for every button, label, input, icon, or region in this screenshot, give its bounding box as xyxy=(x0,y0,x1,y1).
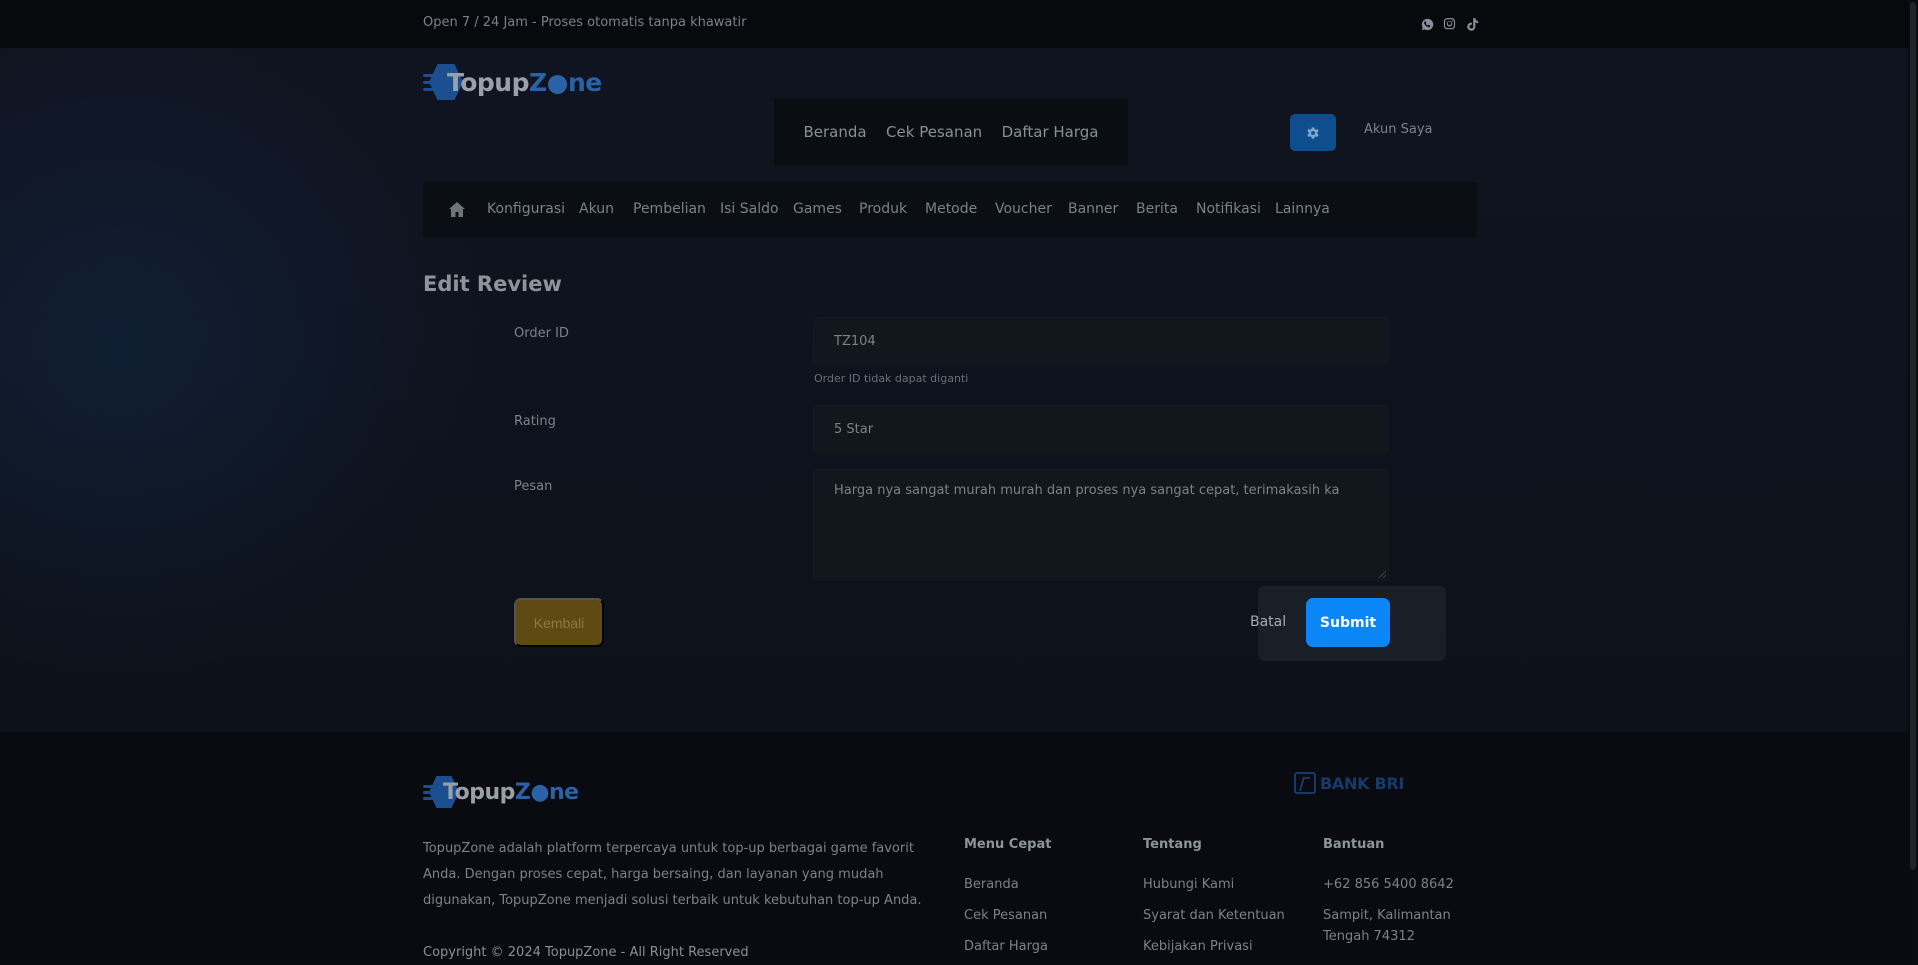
instagram-icon[interactable] xyxy=(1441,16,1457,32)
footer-description: TopupZone adalah platform terpercaya unt… xyxy=(423,841,922,908)
tiktok-icon[interactable] xyxy=(1464,16,1480,32)
back-button[interactable]: Kembali xyxy=(514,598,604,647)
admin-nav-games[interactable]: Games xyxy=(793,201,842,217)
footer-link-privasi[interactable]: Kebijakan Privasi xyxy=(1143,936,1253,957)
page-title: Edit Review xyxy=(423,272,562,296)
footer-help-title: Bantuan xyxy=(1323,837,1385,852)
bank-bri-icon xyxy=(1294,772,1316,794)
footer-address: Sampit, Kalimantan Tengah 74312 xyxy=(1323,908,1451,944)
footer-about-title: Tentang xyxy=(1143,837,1202,852)
footer-link-daftar-harga[interactable]: Daftar Harga xyxy=(964,936,1048,957)
scrollbar-thumb[interactable] xyxy=(1910,2,1916,870)
order-id-label: Order ID xyxy=(514,326,569,341)
footer-link-syarat[interactable]: Syarat dan Ketentuan xyxy=(1143,905,1285,926)
message-textarea[interactable]: Harga nya sangat murah murah dan proses … xyxy=(813,469,1389,581)
admin-nav-banner[interactable]: Banner xyxy=(1068,201,1118,217)
admin-nav-produk[interactable]: Produk xyxy=(859,201,907,217)
site-footer: TopupZ●ne BANK BRI TopupZone adalah plat… xyxy=(0,732,1918,965)
order-id-hint: Order ID tidak dapat diganti xyxy=(814,372,969,385)
rating-label: Rating xyxy=(514,414,556,429)
admin-nav-konfigurasi[interactable]: Konfigurasi xyxy=(487,201,565,217)
admin-nav-berita[interactable]: Berita xyxy=(1136,201,1178,217)
nav-beranda[interactable]: Beranda xyxy=(803,123,866,141)
resize-grip-icon[interactable] xyxy=(1378,570,1386,578)
footer-link-cek-pesanan[interactable]: Cek Pesanan xyxy=(964,905,1047,926)
logo-wordmark: TopupZ●ne xyxy=(447,67,602,97)
bank-bri-logo: BANK BRI xyxy=(1294,772,1404,794)
site-logo[interactable]: TopupZ●ne xyxy=(423,64,602,100)
account-link[interactable]: Akun Saya xyxy=(1364,122,1433,137)
footer-logo[interactable]: TopupZ●ne xyxy=(423,776,579,808)
page-scrollbar[interactable] xyxy=(1908,0,1918,965)
cancel-button[interactable]: Batal xyxy=(1250,614,1286,630)
top-info-bar: Open 7 / 24 Jam - Proses otomatis tanpa … xyxy=(0,0,1918,48)
gear-icon xyxy=(1307,126,1319,139)
admin-navigation: Konfigurasi Akun Pembelian Isi Saldo Gam… xyxy=(423,182,1477,238)
admin-nav-notifikasi[interactable]: Notifikasi xyxy=(1196,201,1261,217)
home-icon[interactable] xyxy=(449,202,465,217)
admin-nav-metode[interactable]: Metode xyxy=(925,201,977,217)
settings-button[interactable] xyxy=(1290,114,1336,151)
main-navigation: Beranda Cek Pesanan Daftar Harga xyxy=(774,98,1128,166)
admin-nav-isi-saldo[interactable]: Isi Saldo xyxy=(720,201,779,217)
submit-button[interactable]: Submit xyxy=(1306,598,1390,647)
admin-nav-voucher[interactable]: Voucher xyxy=(995,201,1052,217)
logo-wordmark: TopupZ●ne xyxy=(443,779,579,805)
rating-select[interactable] xyxy=(813,405,1389,454)
admin-nav-pembelian[interactable]: Pembelian xyxy=(633,201,706,217)
footer-link-beranda[interactable]: Beranda xyxy=(964,874,1019,895)
copyright-text: Copyright © 2024 TopupZone - All Right R… xyxy=(423,945,749,960)
admin-nav-akun[interactable]: Akun xyxy=(579,201,614,217)
nav-daftar-harga[interactable]: Daftar Harga xyxy=(1002,123,1099,141)
message-label: Pesan xyxy=(514,479,553,494)
whatsapp-icon[interactable] xyxy=(1419,16,1435,32)
footer-menu-title: Menu Cepat xyxy=(964,837,1052,852)
site-header: TopupZ●ne Beranda Cek Pesanan Daftar Har… xyxy=(0,48,1918,168)
footer-link-hubungi-kami[interactable]: Hubungi Kami xyxy=(1143,874,1234,895)
admin-nav-lainnya[interactable]: Lainnya xyxy=(1275,201,1330,217)
order-id-input[interactable] xyxy=(813,317,1389,366)
operating-hours-text: Open 7 / 24 Jam - Proses otomatis tanpa … xyxy=(423,15,747,30)
nav-cek-pesanan[interactable]: Cek Pesanan xyxy=(886,123,982,141)
footer-phone: +62 856 5400 8642 xyxy=(1323,877,1454,892)
